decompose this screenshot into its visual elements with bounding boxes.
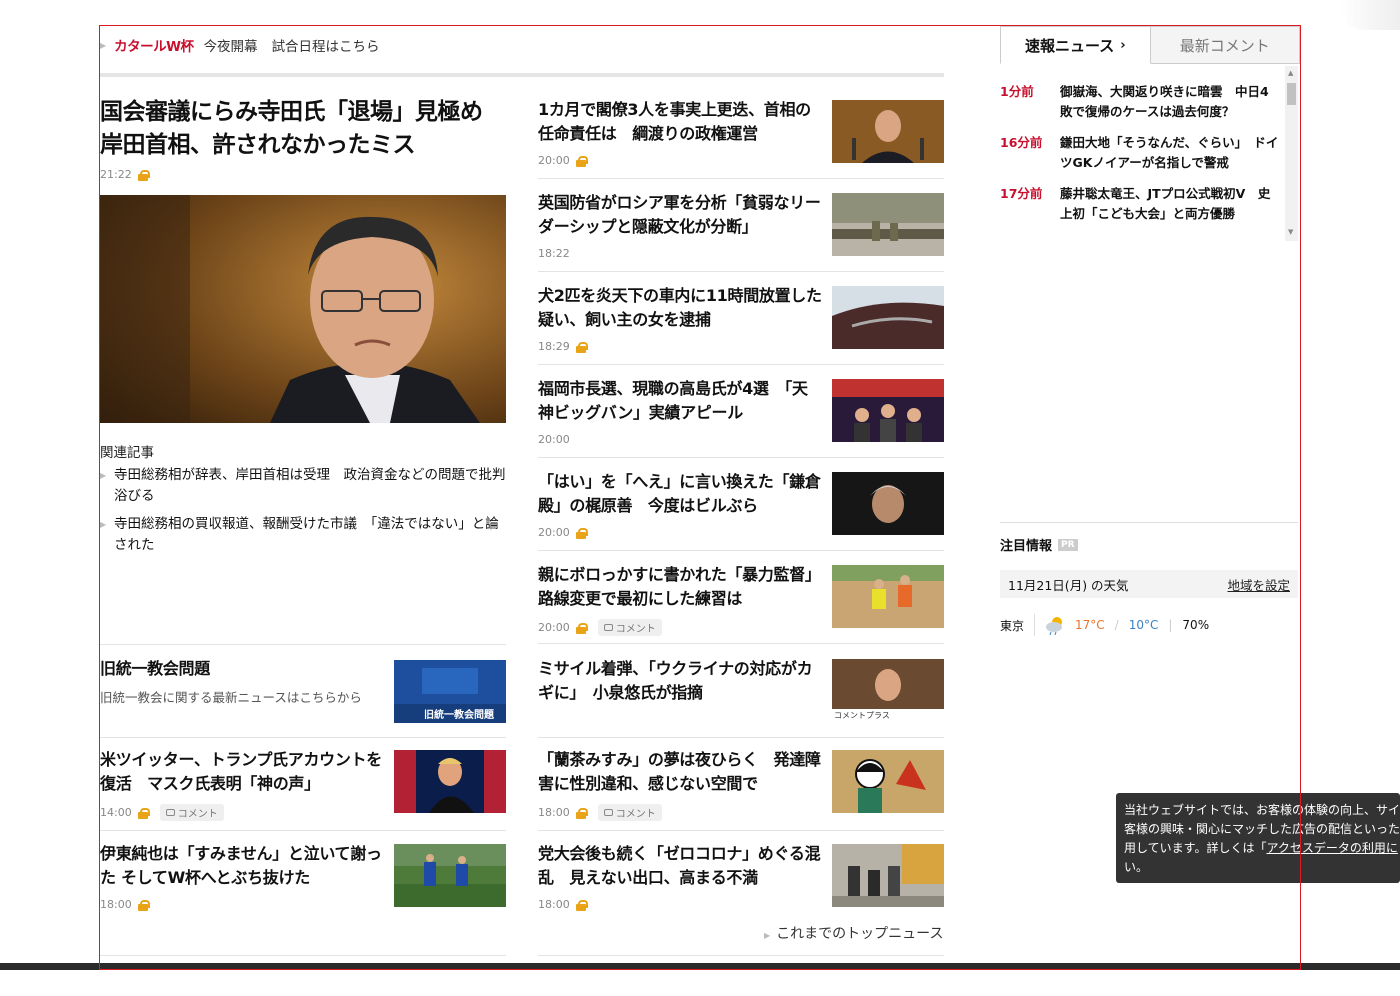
- temp-low: 10°C: [1128, 618, 1159, 632]
- browser-corner: [1340, 0, 1400, 30]
- temp-high: 17°C: [1075, 618, 1105, 632]
- news-tabs: 速報ニュース › 最新コメント: [1000, 26, 1300, 64]
- thumbnail[interactable]: [394, 844, 506, 907]
- list-item[interactable]: 犬2匹を炎天下の車内に11時間放置した疑い、飼い主の女を逮捕 18:29: [538, 284, 823, 353]
- tab-flash-news[interactable]: 速報ニュース ›: [1000, 26, 1151, 64]
- lock-icon: [575, 527, 588, 539]
- lead-timestamp: 21:22: [100, 168, 150, 181]
- more-top-news-link[interactable]: ▶ これまでのトップニュース: [764, 923, 943, 943]
- thumbnail[interactable]: [832, 565, 944, 628]
- comment-icon: [165, 809, 175, 816]
- divider: [538, 643, 944, 644]
- scroll-up-icon[interactable]: ▲: [1288, 69, 1293, 77]
- lock-icon: [575, 807, 588, 819]
- related-heading: 関連記事: [100, 445, 154, 461]
- thumbnail[interactable]: [832, 100, 944, 163]
- list-item[interactable]: 米ツイッター、トランプ氏アカウントを復活 マスク氏表明「神の声」 14:00 コ…: [100, 748, 385, 821]
- divider: [100, 955, 506, 956]
- thumbnail-caption: 旧統一教会問題: [424, 710, 494, 721]
- bullet-icon: ▶: [100, 40, 107, 50]
- weather-date: 11月21日(月) の天気: [1008, 577, 1129, 593]
- lock-icon: [575, 622, 588, 634]
- divider: [538, 271, 944, 272]
- set-region-link[interactable]: 地域を設定: [1227, 575, 1290, 594]
- flash-item[interactable]: 16分前 鎌田大地「そうなんだ、ぐらい」 ドイツGKノイアーが名指しで警戒: [1000, 133, 1280, 173]
- list-item[interactable]: 英国防省がロシア軍を分析「貧弱なリーダーシップと隠蔽文化が分断」 18:22: [538, 191, 823, 260]
- pr-badge: PR: [1058, 538, 1078, 551]
- scroll-down-icon[interactable]: ▼: [1288, 228, 1293, 236]
- divider: [538, 830, 944, 831]
- divider: [538, 457, 944, 458]
- ticker-text-1[interactable]: 今夜開幕: [204, 35, 258, 55]
- divider: [538, 364, 944, 365]
- access-data-link[interactable]: アクセスデータの利用に: [1266, 841, 1397, 855]
- divider: [1000, 522, 1298, 523]
- lead-headline[interactable]: 国会審議にらみ寺田氏「退場」見極め 岸田首相、許されなかったミス: [100, 96, 510, 162]
- lock-icon: [575, 899, 588, 911]
- tab-latest-comments[interactable]: 最新コメント: [1150, 26, 1300, 64]
- list-item[interactable]: ミサイル着弾、「ウクライナの対応がカギに」 小泉悠氏が指摘: [538, 657, 823, 705]
- lead-photo[interactable]: [100, 195, 506, 423]
- divider: [100, 644, 506, 645]
- thumbnail[interactable]: [832, 472, 944, 535]
- comment-badge[interactable]: コメント: [159, 804, 224, 821]
- bullet-icon: ▶: [100, 520, 107, 529]
- thumbnail[interactable]: [832, 286, 944, 349]
- thumbnail[interactable]: [832, 844, 944, 907]
- thumbnail[interactable]: コメントプラス: [832, 659, 944, 722]
- rain-chance: 70%: [1182, 618, 1210, 632]
- divider: [538, 550, 944, 551]
- weather-header: 11月21日(月) の天気 地域を設定: [1000, 570, 1298, 598]
- chevron-right-icon: ›: [1120, 37, 1126, 53]
- list-item[interactable]: 旧統一教会問題 旧統一教会に関する最新ニュースはこちらから: [100, 657, 385, 706]
- lock-icon: [137, 899, 150, 911]
- list-item[interactable]: 1カ月で閣僚3人を事実上更迭、首相の任命責任は 綱渡りの政権運営 20:00: [538, 98, 823, 167]
- ticker-label[interactable]: カタールW杯: [114, 35, 194, 55]
- comment-icon: [603, 809, 613, 816]
- cookie-notice[interactable]: 当社ウェブサイトでは、お客様の体験の向上、サイト 客様の興味・関心にマッチした広…: [1116, 793, 1400, 883]
- list-item[interactable]: 「はい」を「へえ」に言い換えた「鎌倉殿」の梶原善 今度はビルぶら 20:00: [538, 470, 823, 539]
- flash-item[interactable]: 17分前 藤井聡太竜王、JTプロ公式戦初V 史上初「こども大会」と両方優勝: [1000, 184, 1280, 224]
- list-item[interactable]: 福岡市長選、現職の高島氏が4選 「天神ビッグバン」実績アピール 20:00: [538, 377, 823, 446]
- divider: [538, 955, 944, 956]
- comment-badge[interactable]: コメント: [597, 619, 662, 636]
- attention-heading: 注目情報 PR: [1000, 535, 1078, 554]
- ticker-bar[interactable]: ▶ カタールW杯 今夜開幕 試合日程はこちら: [100, 34, 380, 56]
- ticker-text-2[interactable]: 試合日程はこちら: [272, 35, 380, 55]
- divider: [100, 830, 506, 831]
- divider: [538, 737, 944, 738]
- lock-icon: [137, 807, 150, 819]
- thumbnail[interactable]: [832, 750, 944, 813]
- comment-icon: [603, 624, 613, 631]
- ticker-divider: [100, 73, 944, 77]
- thumbnail[interactable]: 旧統一教会問題: [394, 660, 506, 723]
- related-link-2[interactable]: ▶ 寺田総務相の買収報道、報酬受けた市議 「違法ではない」と論された: [100, 514, 510, 556]
- weather-row: 東京 17°C / 10°C | 70%: [1000, 612, 1209, 638]
- list-item[interactable]: 伊東純也は「すみません」と泣いて謝った そしてW杯へとぶち抜けた 18:00: [100, 842, 385, 911]
- sun-rain-icon: [1045, 615, 1065, 636]
- bottom-bar: [0, 963, 1400, 996]
- lock-icon: [575, 341, 588, 353]
- related-link-1[interactable]: ▶ 寺田総務相が辞表、岸田首相は受理 政治資金などの問題で批判浴びる: [100, 465, 510, 507]
- lock-icon: [575, 155, 588, 167]
- list-item[interactable]: 親にボロっかすに書かれた「暴力監督」路線変更で最初にした練習は 20:00 コメ…: [538, 563, 823, 636]
- list-item[interactable]: 「蘭茶みすみ」の夢は夜ひらく 発達障害に性別違和、感じない空間で 18:00 コ…: [538, 748, 823, 821]
- thumbnail[interactable]: [832, 193, 944, 256]
- lock-icon: [137, 169, 150, 181]
- thumbnail-caption: コメントプラス: [834, 711, 890, 720]
- flash-news-list[interactable]: 1分前 御嶽海、大関返り咲きに暗雲 中日4敗で復帰のケースは過去何度？ 16分前鎌…: [1000, 76, 1298, 241]
- thumbnail[interactable]: [394, 750, 506, 813]
- thumbnail[interactable]: [832, 379, 944, 442]
- scroll-thumb[interactable]: [1287, 83, 1296, 105]
- bullet-icon: ▶: [100, 471, 107, 480]
- flash-item[interactable]: 1分前 御嶽海、大関返り咲きに暗雲 中日4敗で復帰のケースは過去何度？: [1000, 82, 1280, 122]
- bullet-icon: ▶: [764, 931, 771, 940]
- flash-scrollbar[interactable]: ▲ ▼: [1285, 66, 1298, 241]
- comment-badge[interactable]: コメント: [597, 804, 662, 821]
- list-item[interactable]: 党大会後も続く「ゼロコロナ」めぐる混乱 見えない出口、高まる不満 18:00: [538, 842, 823, 911]
- divider: [538, 178, 944, 179]
- divider: [100, 737, 506, 738]
- weather-city: 東京: [1000, 618, 1025, 633]
